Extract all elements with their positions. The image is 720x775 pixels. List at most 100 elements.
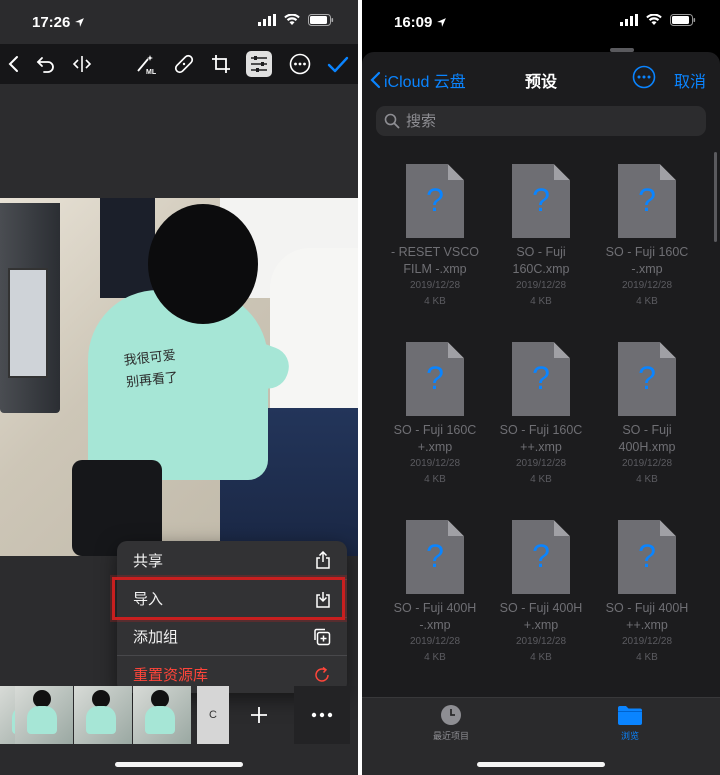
editor-toolbar: ML <box>0 44 358 84</box>
back-chevron-icon[interactable] <box>2 52 26 76</box>
edited-photo[interactable]: 我很可爱 别再看了 <box>0 198 358 556</box>
preset-thumbnail[interactable] <box>133 686 191 744</box>
tab-browse[interactable]: 浏览 <box>570 704 690 742</box>
photo-background-person <box>100 198 155 298</box>
home-indicator <box>477 762 605 767</box>
battery-icon <box>670 14 696 26</box>
photo-editor-screen: 17:26 ML 我很可爱 别再看了 共享 导入 添加组 重置资源库 C <box>0 0 358 775</box>
unknown-file-icon: ? <box>512 342 570 416</box>
file-item[interactable]: ? SO - Fuji 160C.xmp 2019/12/28 4 KB <box>488 164 594 324</box>
file-item[interactable]: ? SO - Fuji 160C ++.xmp 2019/12/28 4 KB <box>488 342 594 502</box>
unknown-file-icon: ? <box>618 342 676 416</box>
add-preset-button[interactable] <box>234 686 284 744</box>
file-date: 2019/12/28 <box>621 280 673 291</box>
more-circle-icon[interactable] <box>288 52 312 76</box>
file-item[interactable]: ? SO - Fuji 400H.xmp 2019/12/28 4 KB <box>594 342 700 502</box>
cellular-signal-icon <box>258 14 276 26</box>
scroll-indicator[interactable] <box>714 152 717 242</box>
add-group-icon <box>314 628 331 645</box>
file-name: SO - Fuji 400H +.xmp <box>499 601 583 632</box>
photo-bin-panel <box>8 268 48 378</box>
menu-item-add-group[interactable]: 添加组 <box>117 617 347 655</box>
file-date: 2019/12/28 <box>621 458 673 469</box>
photo-shirt-text: 我很可爱 别再看了 <box>123 345 179 394</box>
location-arrow-icon <box>437 18 447 27</box>
done-check-icon[interactable] <box>326 52 350 76</box>
file-size: 4 KB <box>530 652 552 663</box>
preset-filmstrip: C <box>0 686 358 744</box>
file-name: SO - Fuji 400H -.xmp <box>393 601 477 632</box>
file-size: 4 KB <box>530 296 552 307</box>
file-name: SO - Fuji 160C -.xmp <box>605 245 689 276</box>
file-name: SO - Fuji 400H.xmp <box>618 423 676 454</box>
crop-icon[interactable] <box>209 52 233 76</box>
adjust-sliders-icon[interactable] <box>246 51 272 77</box>
file-date: 2019/12/28 <box>409 458 461 469</box>
search-icon <box>384 113 400 129</box>
files-sheet: iCloud 云盘 预设 取消 ? - RESET VSCO FILM -.xm… <box>362 52 720 775</box>
file-name: SO - Fuji 160C.xmp <box>512 245 570 276</box>
unknown-file-icon: ? <box>406 342 464 416</box>
file-item[interactable]: ? SO - Fuji 160C -.xmp 2019/12/28 4 KB <box>594 164 700 324</box>
preset-c-tile[interactable]: C <box>197 686 229 744</box>
search-input[interactable] <box>406 112 686 130</box>
plus-icon <box>251 707 267 723</box>
share-icon <box>316 551 330 569</box>
battery-icon <box>308 14 334 26</box>
file-date: 2019/12/28 <box>409 636 461 647</box>
clock-icon <box>441 705 461 725</box>
search-bar[interactable] <box>376 106 706 136</box>
compare-icon[interactable] <box>70 52 94 76</box>
file-date: 2019/12/28 <box>515 458 567 469</box>
file-date: 2019/12/28 <box>621 636 673 647</box>
undo-icon[interactable] <box>34 52 58 76</box>
file-item[interactable]: ? SO - Fuji 160C +.xmp 2019/12/28 4 KB <box>382 342 488 502</box>
preset-thumbnail[interactable] <box>74 686 132 744</box>
more-options-button[interactable] <box>632 65 656 94</box>
location-arrow-icon <box>75 18 85 27</box>
status-time: 17:26 <box>32 14 71 31</box>
file-item[interactable]: ? SO - Fuji 400H ++.xmp 2019/12/28 4 KB <box>594 520 700 680</box>
file-item[interactable]: ? SO - Fuji 400H -.xmp 2019/12/28 4 KB <box>382 520 488 680</box>
status-indicators <box>258 14 334 26</box>
file-name: SO - Fuji 160C +.xmp <box>393 423 477 454</box>
nav-bar: iCloud 云盘 预设 取消 <box>362 52 720 104</box>
file-item[interactable]: ? - RESET VSCO FILM -.xmp 2019/12/28 4 K… <box>382 164 488 324</box>
tab-recents[interactable]: 最近项目 <box>391 704 511 742</box>
ml-magic-wand-icon[interactable]: ML <box>134 52 158 76</box>
menu-item-import[interactable]: 导入 <box>117 579 347 617</box>
photo-child-head <box>148 204 258 324</box>
file-size: 4 KB <box>636 652 658 663</box>
menu-item-label: 共享 <box>133 552 164 570</box>
home-indicator <box>115 762 243 767</box>
menu-item-share[interactable]: 共享 <box>117 541 347 579</box>
unknown-file-icon: ? <box>406 164 464 238</box>
more-circle-icon <box>632 65 656 89</box>
more-presets-button[interactable] <box>294 686 350 744</box>
preset-c-label: C <box>209 709 217 721</box>
page-title: 预设 <box>524 74 557 91</box>
file-size: 4 KB <box>424 474 446 485</box>
canvas-top-margin <box>0 84 358 198</box>
ellipsis-icon <box>311 712 333 718</box>
svg-text:ML: ML <box>146 69 157 75</box>
tab-label: 浏览 <box>620 731 639 741</box>
cancel-button[interactable]: 取消 <box>674 68 706 92</box>
status-time: 16:09 <box>394 14 433 31</box>
file-date: 2019/12/28 <box>409 280 461 291</box>
menu-item-label: 导入 <box>133 591 164 608</box>
file-name: SO - Fuji 400H ++.xmp <box>605 601 689 632</box>
preset-thumbnail[interactable] <box>15 686 73 744</box>
file-name: SO - Fuji 160C ++.xmp <box>499 423 583 454</box>
file-date: 2019/12/28 <box>515 280 567 291</box>
reset-icon <box>315 666 329 682</box>
wifi-icon <box>646 14 662 25</box>
file-size: 4 KB <box>424 296 446 307</box>
status-time-group: 17:26 <box>32 14 85 31</box>
unknown-file-icon: ? <box>618 520 676 594</box>
file-item[interactable]: ? SO - Fuji 400H +.xmp 2019/12/28 4 KB <box>488 520 594 680</box>
tab-bar: 最近项目 浏览 <box>362 697 720 775</box>
file-size: 4 KB <box>636 474 658 485</box>
tab-label: 最近项目 <box>432 731 469 741</box>
healing-bandage-icon[interactable] <box>172 52 196 76</box>
